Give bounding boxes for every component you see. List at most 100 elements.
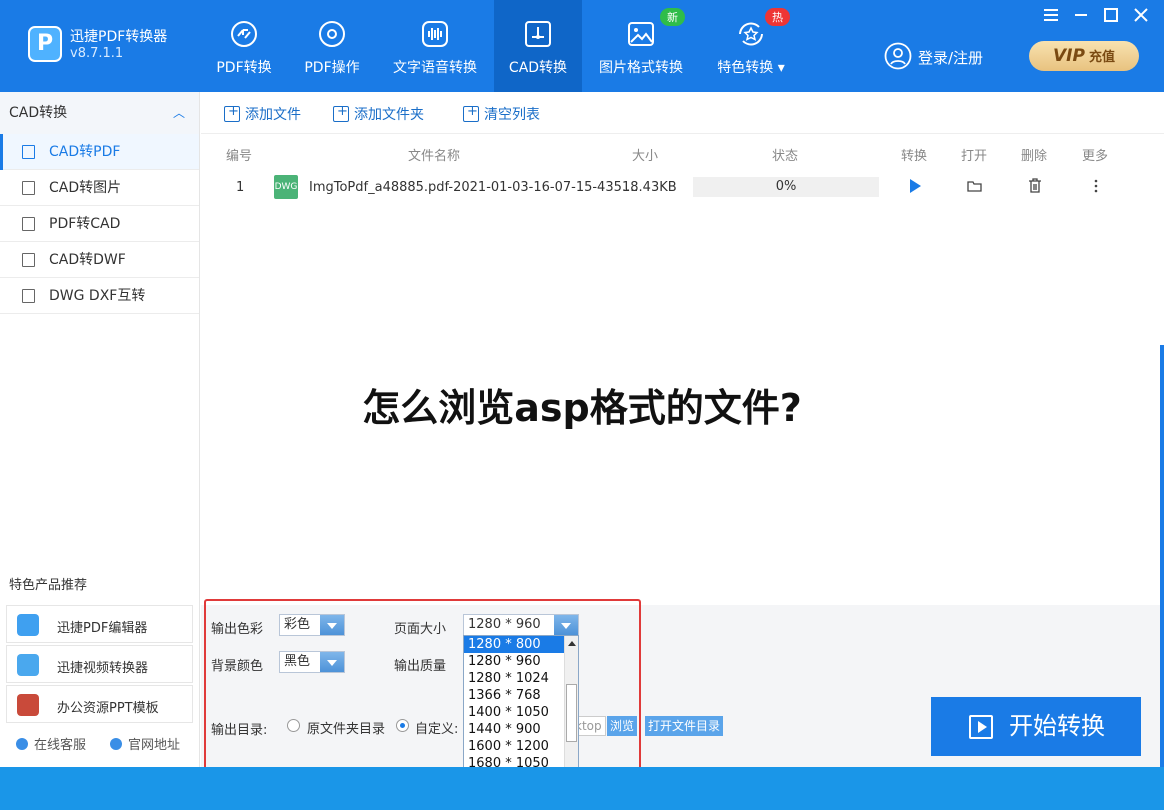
- dropdown-arrow-icon: [554, 615, 578, 635]
- new-badge: 新: [660, 8, 685, 26]
- overlay-title: 怎么浏览asp格式的文件?: [362, 386, 802, 430]
- col-more: 更多: [1082, 149, 1109, 164]
- page-size-label: 页面大小: [394, 622, 447, 637]
- file-icon: [22, 145, 35, 159]
- minimize-icon[interactable]: [1072, 6, 1090, 24]
- app-name: 迅捷PDF转换器: [70, 29, 168, 45]
- official-site-link[interactable]: 官网地址: [110, 734, 180, 753]
- nav-cad-convert[interactable]: CAD转换: [494, 0, 582, 92]
- trash-icon: [463, 104, 479, 122]
- window-edge: [1160, 345, 1164, 767]
- service-icon: [16, 738, 28, 750]
- bg-color-label: 背景颜色: [211, 659, 264, 674]
- dropdown-option[interactable]: 1400 * 1050: [464, 704, 564, 721]
- maximize-icon[interactable]: [1102, 6, 1120, 24]
- dropdown-option[interactable]: 1280 * 800: [464, 636, 564, 653]
- radio-original-dir[interactable]: [287, 719, 300, 732]
- more-icon[interactable]: [1088, 178, 1104, 194]
- delete-icon[interactable]: [1027, 178, 1043, 194]
- chevron-up-icon: ︿: [172, 106, 185, 120]
- hot-badge: 热: [765, 8, 790, 26]
- bottom-bar: [0, 767, 1164, 810]
- col-index: 编号: [226, 149, 253, 164]
- cad-convert-icon: [525, 21, 551, 47]
- col-size: 大小: [632, 149, 659, 164]
- clear-list-button[interactable]: 清空列表: [463, 104, 540, 124]
- col-status: 状态: [772, 149, 799, 164]
- close-icon[interactable]: [1132, 6, 1150, 24]
- image-file-icon: [22, 181, 35, 195]
- sidebar-section-cad[interactable]: CAD转换 ︿: [0, 92, 199, 134]
- pdf-operate-icon: [319, 21, 345, 47]
- start-convert-button[interactable]: 开始转换: [931, 697, 1141, 756]
- scroll-thumb[interactable]: [566, 684, 577, 742]
- sidebar-item-cad-to-dwf[interactable]: CAD转DWF: [0, 242, 199, 278]
- sidebar-item-cad-to-pdf[interactable]: CAD转PDF: [0, 134, 199, 170]
- row-size: 18.43KB: [622, 180, 677, 195]
- add-file-icon: [224, 104, 240, 122]
- dropdown-option[interactable]: 1366 * 768: [464, 687, 564, 704]
- sidebar-item-cad-to-image[interactable]: CAD转图片: [0, 170, 199, 206]
- recommend-ppt-template[interactable]: 办公资源PPT模板: [6, 685, 193, 723]
- row-progress: 0%: [693, 177, 879, 197]
- original-dir-label: 原文件夹目录: [307, 722, 386, 737]
- play-icon[interactable]: [907, 178, 923, 194]
- col-delete: 删除: [1021, 149, 1048, 164]
- radio-custom-dir[interactable]: [396, 719, 409, 732]
- add-file-button[interactable]: 添加文件: [224, 104, 301, 124]
- nav-pdf-convert[interactable]: PDF转换: [206, 0, 282, 92]
- online-service-link[interactable]: 在线客服: [16, 734, 86, 753]
- dropdown-option[interactable]: 1280 * 960: [464, 653, 564, 670]
- title-bar: P 迅捷PDF转换器 v8.7.1.1 PDF转换 PDF操作 文字语音转换 C…: [0, 0, 1164, 92]
- dropdown-arrow-icon: [320, 615, 344, 635]
- pdf-editor-icon: [17, 614, 39, 636]
- video-converter-icon: [17, 654, 39, 676]
- speech-wave-icon: [422, 21, 448, 47]
- recommend-title: 特色产品推荐: [9, 578, 88, 593]
- star-convert-icon: [739, 22, 763, 46]
- nav-text-speech[interactable]: 文字语音转换: [388, 0, 482, 92]
- user-icon: [884, 42, 912, 70]
- chevron-down-icon: ▾: [777, 60, 785, 76]
- file-icon: [22, 217, 35, 231]
- sidebar-item-pdf-to-cad[interactable]: PDF转CAD: [0, 206, 199, 242]
- output-color-select[interactable]: 彩色: [279, 614, 345, 636]
- scroll-up-icon[interactable]: [568, 641, 576, 646]
- add-folder-button[interactable]: 添加文件夹: [333, 104, 424, 124]
- dwg-file-icon: DWG: [274, 175, 298, 199]
- app-logo-icon: P: [28, 26, 62, 62]
- output-color-label: 输出色彩: [211, 622, 264, 637]
- nav-pdf-operate[interactable]: PDF操作: [294, 0, 370, 92]
- image-icon: [628, 22, 654, 46]
- col-filename: 文件名称: [408, 149, 461, 164]
- dropdown-option[interactable]: 1600 * 1200: [464, 738, 564, 755]
- pdf-convert-icon: [231, 21, 257, 47]
- recommend-video-converter[interactable]: 迅捷视频转换器: [6, 645, 193, 683]
- app-version: v8.7.1.1: [70, 46, 124, 61]
- ppt-template-icon: [17, 694, 39, 716]
- menu-icon[interactable]: [1042, 6, 1060, 24]
- browse-button[interactable]: 浏览: [607, 716, 638, 736]
- file-icon: [22, 289, 35, 303]
- bg-color-select[interactable]: 黑色: [279, 651, 345, 673]
- dropdown-option[interactable]: 1440 * 900: [464, 721, 564, 738]
- page-size-select[interactable]: 1280 * 960: [463, 614, 579, 636]
- row-index: 1: [236, 180, 245, 195]
- sidebar-item-dwg-dxf[interactable]: DWG DXF互转: [0, 278, 199, 314]
- play-box-icon: [969, 715, 993, 739]
- add-folder-icon: [333, 104, 349, 122]
- toolbar: 添加文件 添加文件夹 清空列表: [201, 92, 1164, 134]
- vip-recharge-button[interactable]: VIP 充值: [1029, 41, 1139, 71]
- col-open: 打开: [961, 149, 988, 164]
- dropdown-arrow-icon: [320, 652, 344, 672]
- output-quality-label: 输出质量: [394, 659, 447, 674]
- file-icon: [22, 253, 35, 267]
- recommend-pdf-editor[interactable]: 迅捷PDF编辑器: [6, 605, 193, 643]
- row-filename: ImgToPdf_a48885.pdf-2021-01-03-16-07-15-…: [309, 180, 639, 195]
- open-dir-button[interactable]: 打开文件目录: [645, 716, 724, 736]
- folder-open-icon[interactable]: [967, 178, 983, 194]
- output-dir-label: 输出目录:: [211, 723, 268, 738]
- dropdown-option[interactable]: 1280 * 1024: [464, 670, 564, 687]
- col-convert: 转换: [901, 149, 928, 164]
- custom-dir-label: 自定义:: [415, 722, 459, 737]
